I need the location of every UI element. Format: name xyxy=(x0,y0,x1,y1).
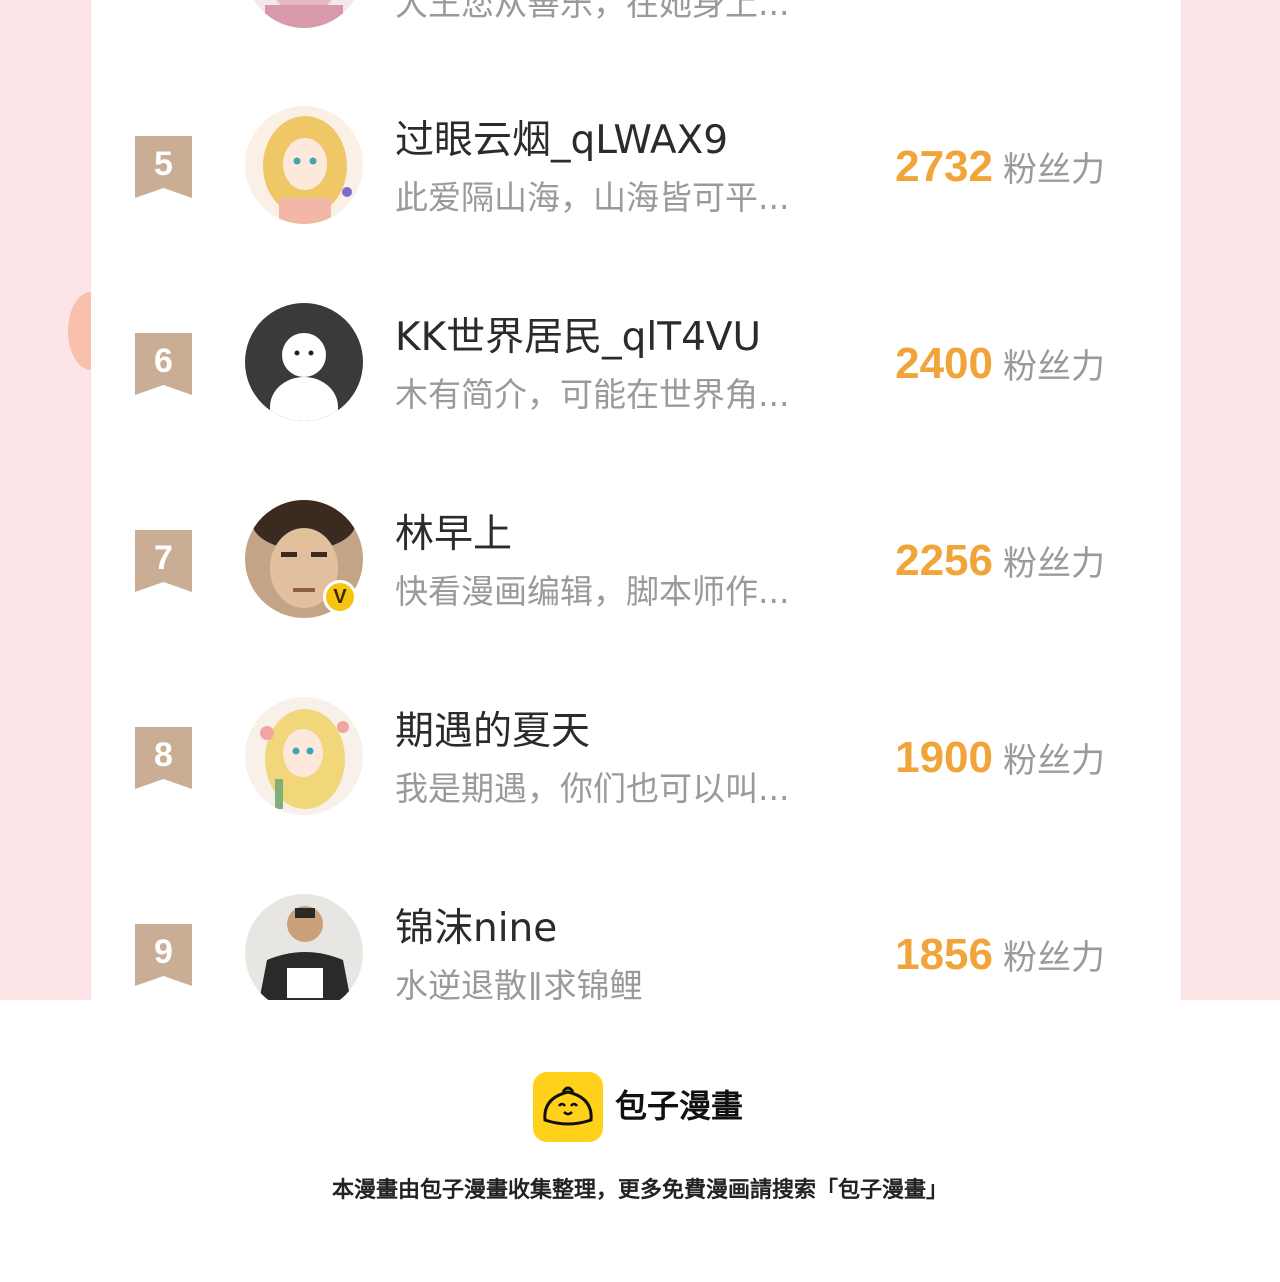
user-avatar[interactable] xyxy=(245,106,363,224)
ranking-row[interactable]: 9 锦沫nine 水逆退散‖求锦鲤 1856 粉丝力 xyxy=(91,892,1181,1000)
ranking-row[interactable]: 8 期遇的夏天 我是期遇，你们也可以叫... 1900 粉丝力 xyxy=(91,695,1181,825)
user-avatar[interactable] xyxy=(245,697,363,815)
fan-power: 2400 粉丝力 xyxy=(851,339,1105,389)
user-bio: 大王您从善乐，在她身上... xyxy=(395,0,790,23)
user-avatar[interactable] xyxy=(245,894,363,1000)
user-bio: 木有简介，可能在世界角... xyxy=(395,375,790,414)
fan-power-number: 2400 xyxy=(895,339,993,388)
user-avatar[interactable] xyxy=(245,303,363,421)
fan-power: 2732 粉丝力 xyxy=(851,142,1105,192)
ranking-card: 大王您从善乐，在她身上... 5 过眼云烟_qLWAX9 此爱隔山海，山海皆可平… xyxy=(91,0,1181,1000)
rank-badge: 7 xyxy=(135,530,192,592)
rank-badge: 9 xyxy=(135,924,192,986)
user-name[interactable]: 锦沫nine xyxy=(395,906,557,952)
fan-power: 2256 粉丝力 xyxy=(851,536,1105,586)
user-avatar[interactable] xyxy=(245,0,363,28)
fan-power-number: 1900 xyxy=(895,733,993,782)
ranking-row[interactable]: 7 V 林早上 快看漫画编辑，脚本师作... 2256 粉丝力 xyxy=(91,498,1181,628)
user-name[interactable]: KK世界居民_qlT4VU xyxy=(395,315,761,361)
user-bio: 水逆退散‖求锦鲤 xyxy=(395,966,643,1000)
fan-power-unit: 粉丝力 xyxy=(1003,741,1105,781)
rank-badge: 8 xyxy=(135,727,192,789)
fan-power-number: 2256 xyxy=(895,536,993,585)
ranking-row-partial[interactable]: 大王您从善乐，在她身上... xyxy=(91,0,1181,40)
fan-power-unit: 粉丝力 xyxy=(1003,938,1105,978)
baozi-logo-icon xyxy=(533,1072,603,1142)
fan-power-number: 1856 xyxy=(895,930,993,979)
fan-power-number: 2732 xyxy=(895,142,993,191)
user-bio: 快看漫画编辑，脚本师作... xyxy=(395,572,790,611)
fan-power-unit: 粉丝力 xyxy=(1003,347,1105,387)
footer-brand-name: 包子漫畫 xyxy=(615,1087,744,1125)
rank-number: 5 xyxy=(154,145,173,183)
ranking-row[interactable]: 6 KK世界居民_qlT4VU 木有简介，可能在世界角... 2400 粉丝力 xyxy=(91,301,1181,431)
rank-badge: 5 xyxy=(135,136,192,198)
user-bio: 我是期遇，你们也可以叫... xyxy=(395,769,790,808)
user-name[interactable]: 过眼云烟_qLWAX9 xyxy=(395,118,728,164)
fan-power: 1900 粉丝力 xyxy=(851,733,1105,783)
rank-badge: 6 xyxy=(135,333,192,395)
rank-number: 7 xyxy=(154,539,173,577)
fan-power-unit: 粉丝力 xyxy=(1003,544,1105,584)
ranking-row[interactable]: 5 过眼云烟_qLWAX9 此爱隔山海，山海皆可平... 2732 粉丝力 xyxy=(91,104,1181,234)
verified-badge-icon: V xyxy=(323,580,357,614)
rank-number: 8 xyxy=(154,736,173,774)
footer-note: 本漫畫由包子漫畫收集整理，更多免費漫画請搜索「包子漫畫」 xyxy=(331,1178,948,1203)
user-name[interactable]: 林早上 xyxy=(395,512,512,558)
rank-number: 9 xyxy=(154,933,173,971)
fan-power-unit: 粉丝力 xyxy=(1003,150,1105,190)
user-name[interactable]: 期遇的夏天 xyxy=(395,709,590,755)
user-bio: 此爱隔山海，山海皆可平... xyxy=(395,178,790,217)
rank-number: 6 xyxy=(154,342,173,380)
fan-power: 1856 粉丝力 xyxy=(851,930,1105,980)
